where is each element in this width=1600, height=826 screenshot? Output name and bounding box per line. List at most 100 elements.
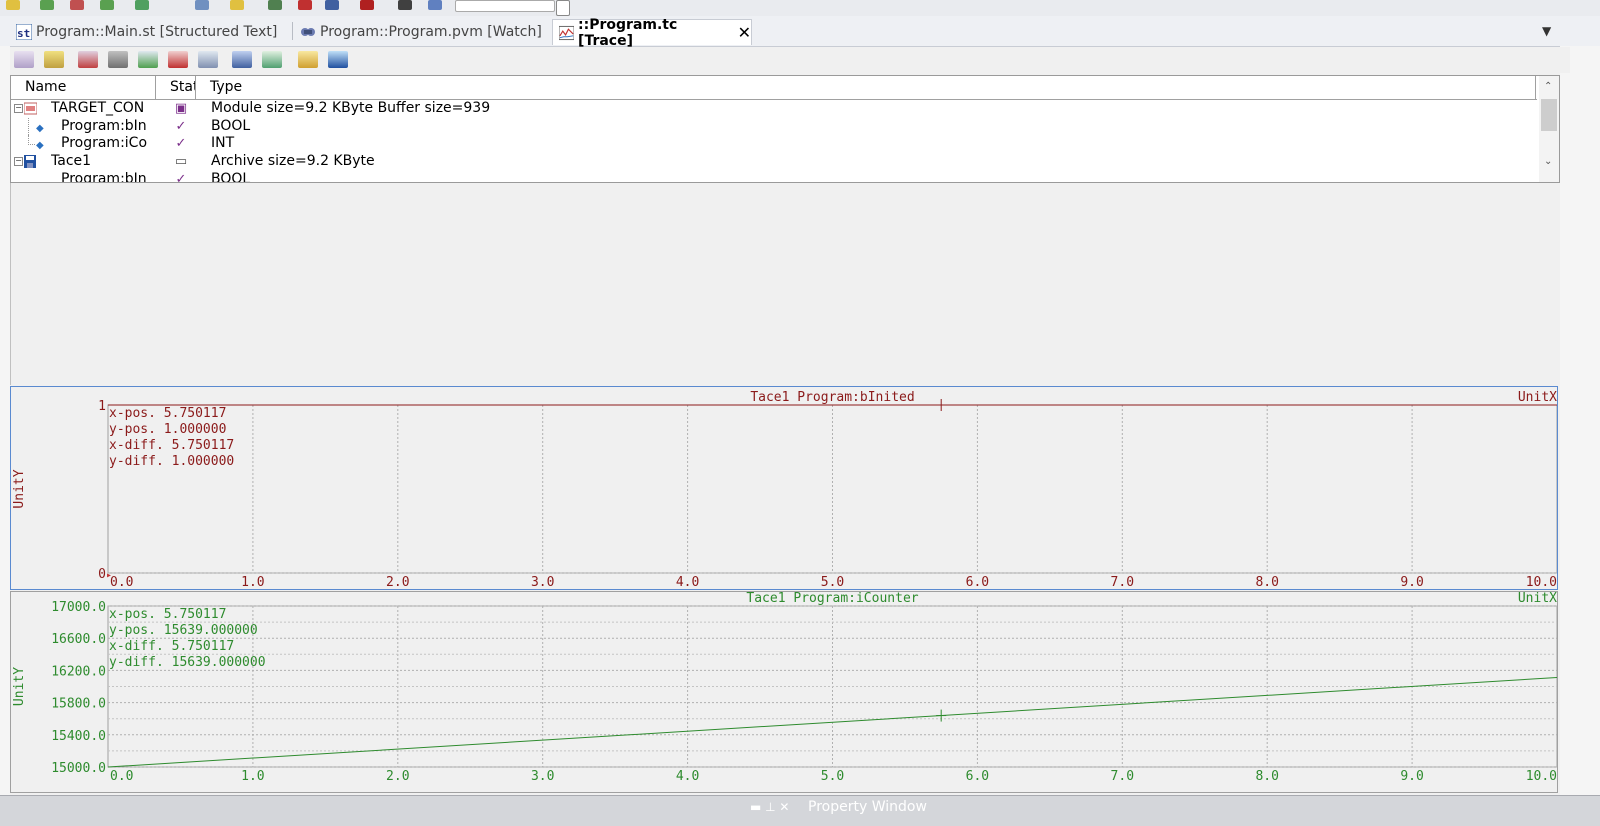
trace-start-icon[interactable] [138, 51, 158, 68]
tree-row-type: BOOL [211, 171, 251, 183]
trace-settings-icon[interactable] [108, 51, 128, 68]
trace-variable-icon[interactable] [44, 51, 64, 68]
open-folder-icon[interactable] [298, 51, 318, 68]
tree-row-binited[interactable]: ◆ Program:bIn ✓ BOOL [11, 118, 1537, 135]
left-panel-edge [0, 46, 10, 795]
column-header-name[interactable]: Name [11, 76, 156, 99]
tab-main-st[interactable]: st Program::Main.st [Structured Text] [10, 19, 288, 44]
stop-icon[interactable] [70, 0, 84, 10]
trace-stop-icon[interactable] [168, 51, 188, 68]
tree-row-name: Tace1 [51, 153, 92, 169]
x-tick-label: 0.0 [110, 769, 133, 784]
folder-icon[interactable] [230, 0, 244, 10]
x-tick-label: 1.0 [241, 575, 264, 589]
chart-binited[interactable]: Tace1 Program:bInited UnitX UnitY 0.0 1.0 2.0… [11, 387, 1558, 590]
x-tick-label: 10.0 [1526, 769, 1557, 784]
target-status-icon: ▣ [174, 101, 188, 116]
tab-program-tc[interactable]: ::Program.tc [Trace] ✕ [552, 17, 752, 49]
tree-row-name: Program:bIn [61, 171, 147, 183]
chart-icounter[interactable]: Tace1 Program:iCounter UnitX UnitY 0.0 1.0 2.… [11, 591, 1558, 792]
monitor-icon[interactable] [298, 0, 312, 10]
archive-status-icon: ▭ [174, 154, 188, 169]
column-header-type[interactable]: Type [196, 76, 1536, 99]
x-tick-label: 3.0 [531, 575, 554, 589]
scrollbar-thumb[interactable] [1541, 99, 1557, 131]
x-tick-label: 4.0 [676, 769, 699, 784]
x-tick-label: 5.0 [821, 769, 844, 784]
tree-row-tace1[interactable]: − Tace1 ▭ Archive size=9.2 KByte [11, 153, 1537, 170]
main-toolbar [0, 0, 1600, 17]
tree-scrollbar[interactable]: ⌃ ⌄ [1539, 76, 1559, 182]
download-icon[interactable] [40, 0, 54, 10]
cursor-readout: y-pos. 15639.000000 [109, 623, 258, 638]
toolbar-overflow-icon[interactable] [556, 0, 570, 16]
trace-toolbar [10, 47, 1570, 73]
chip-icon[interactable] [398, 0, 412, 10]
transfer-icon[interactable] [268, 0, 282, 10]
target-module-icon [24, 102, 37, 115]
archive-icon [24, 155, 36, 168]
collapse-icon[interactable]: − [14, 157, 23, 166]
cursor-readout: x-pos. 5.750117 [109, 607, 226, 622]
cursor-readout: x-diff. 5.750117 [109, 639, 234, 654]
document-tab-bar: st Program::Main.st [Structured Text] Pr… [0, 16, 1600, 49]
trace-upload-icon[interactable] [198, 51, 218, 68]
x-tick-label: 8.0 [1255, 575, 1278, 589]
trace-export-icon[interactable] [232, 51, 252, 68]
chart-icounter-panel[interactable]: Tace1 Program:iCounter UnitX UnitY 0.0 1.0 2.… [10, 591, 1558, 793]
run-icon[interactable] [135, 0, 149, 10]
chart-title: Tace1 Program:bInited [750, 390, 914, 405]
collapse-icon[interactable]: − [14, 104, 23, 113]
tree-row-binited-archive[interactable]: Program:bIn ✓ BOOL [11, 171, 1537, 183]
property-window-title[interactable]: Property Window [808, 799, 927, 815]
check-icon: ✓ [175, 119, 187, 134]
tree-row-target[interactable]: − TARGET_CON ▣ Module size=9.2 KByte Buf… [11, 100, 1537, 117]
arrow-down-icon[interactable] [100, 0, 114, 10]
column-header-status[interactable]: Stat [156, 76, 196, 99]
bug-icon[interactable] [360, 0, 374, 10]
variable-icon: ◆ [36, 140, 44, 151]
scroll-down-icon[interactable]: ⌄ [1544, 156, 1552, 167]
bottom-dock-strip: ▬ ⊥ ✕ Property Window [0, 795, 1600, 826]
tool-icon[interactable] [6, 0, 20, 10]
config-icon[interactable] [325, 0, 339, 10]
tree-row-type: BOOL [211, 118, 251, 134]
tree-header: Name Stat Type [11, 76, 1537, 100]
trace-icon [559, 25, 575, 40]
close-tab-icon[interactable]: ✕ [738, 23, 751, 42]
settings-icon[interactable] [428, 0, 442, 10]
scroll-up-icon[interactable]: ⌃ [1544, 81, 1552, 92]
tree-row-icounter[interactable]: ◆ Program:iCo ✓ INT [11, 135, 1537, 152]
tab-label: Program::Program.pvm [Watch] [320, 23, 542, 40]
chart-binited-panel[interactable]: Tace1 Program:bInited UnitX UnitY 0.0 1.0 2.0… [10, 386, 1558, 590]
trace-variable-tree: Name Stat Type − TARGET_CON ▣ Module siz… [10, 75, 1560, 183]
trace-refresh-icon[interactable] [262, 51, 282, 68]
tab-program-pvm[interactable]: Program::Program.pvm [Watch] [294, 19, 548, 44]
svg-text:st: st [17, 27, 30, 40]
x-axis-label: UnitX [1518, 592, 1557, 606]
check-icon: ✓ [175, 172, 187, 183]
structured-text-icon: st [16, 23, 32, 40]
step-icon[interactable] [195, 0, 209, 10]
trace-delete-icon[interactable] [78, 51, 98, 68]
x-tick-label: 7.0 [1111, 769, 1134, 784]
x-tick-label: 10.0 [1526, 575, 1557, 589]
tree-row-type: Module size=9.2 KByte Buffer size=939 [211, 100, 491, 116]
x-tick-label: 0.0 [110, 575, 133, 589]
dock-pin-icon[interactable]: ▬ ⊥ ✕ [750, 800, 789, 814]
x-axis-label: UnitX [1518, 390, 1557, 405]
tab-list-dropdown-icon[interactable]: ▼ [1542, 24, 1551, 38]
trace-add-icon[interactable] [14, 51, 34, 68]
tree-row-name: TARGET_CON [51, 100, 145, 116]
x-tick-label: 5.0 [821, 575, 844, 589]
tree-row-type: Archive size=9.2 KByte [211, 153, 375, 169]
x-tick-label: 9.0 [1400, 575, 1423, 589]
y-axis-label: UnitY [12, 469, 27, 508]
cursor-readout: x-diff. 5.750117 [109, 438, 234, 453]
x-tick-label: 8.0 [1255, 769, 1278, 784]
save-icon[interactable] [328, 51, 348, 68]
cursor-readout: y-diff. 1.000000 [109, 454, 234, 469]
toolbar-combo[interactable] [455, 0, 555, 12]
y-tick-label: 15000.0 [51, 761, 106, 776]
y-tick-label: 17000.0 [51, 600, 106, 615]
